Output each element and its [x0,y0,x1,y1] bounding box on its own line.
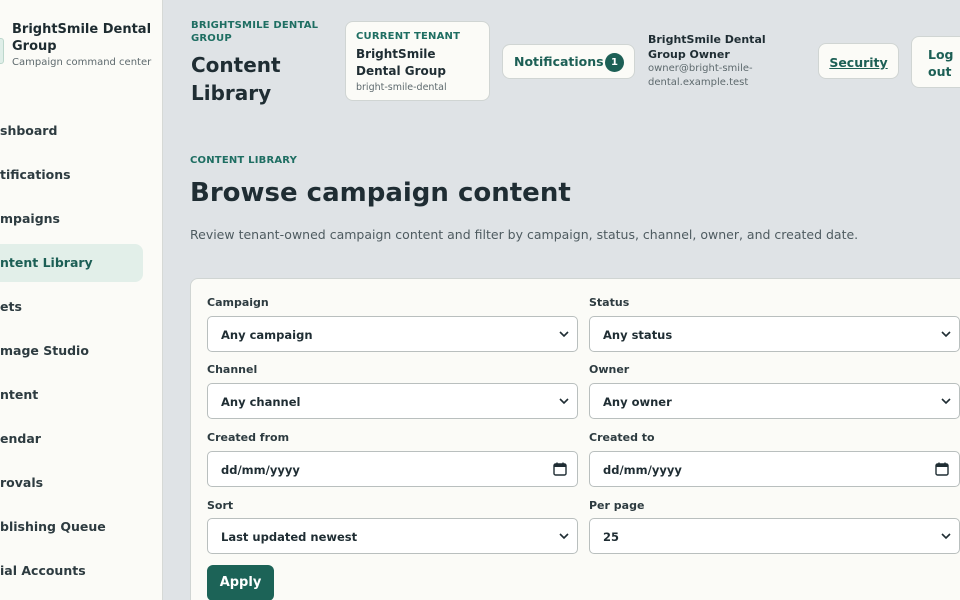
created-to-date-input[interactable]: dd/mm/yyyy [589,451,960,487]
security-label: Security [829,55,888,70]
sidebar-item-label: ets [0,299,22,314]
tenant-name: BrightSmile Dental Group [356,47,446,78]
sidebar-item-calendar[interactable]: endar [0,420,143,458]
notifications-button[interactable]: Notifications 1 [502,44,635,79]
owner-label: Owner [589,363,630,376]
campaign-select[interactable]: Any campaign [207,316,578,352]
org-eyebrow: BRIGHTSMILE DENTAL GROUP [191,20,319,44]
sidebar-item-assets[interactable]: ets [0,288,143,326]
user-email: owner@bright-smile-dental.example.test [648,63,753,88]
sidebar-item-label: tifications [0,167,71,182]
sidebar-item-publishing-queue[interactable]: blishing Queue [0,508,143,546]
channel-label: Channel [207,363,258,376]
status-label: Status [589,296,630,309]
status-select-value: Any status [603,328,673,342]
sidebar-item-label: ial Accounts [0,563,86,578]
status-select[interactable]: Any status [589,316,960,352]
calendar-icon[interactable] [935,462,949,476]
chevron-down-icon [941,331,951,338]
chevron-down-icon [559,398,569,405]
apply-button[interactable]: Apply [207,565,274,600]
sidebar-item-label: shboard [0,123,58,138]
section-description: Review tenant-owned campaign content and… [190,227,859,242]
sidebar-item-ai-image-studio[interactable]: mage Studio [0,332,143,370]
tenant-slug: bright-smile-dental [356,82,447,93]
sort-select[interactable]: Last updated newest [207,518,578,554]
logout-button[interactable]: Log out [911,36,960,88]
section-eyebrow: CONTENT LIBRARY [190,155,298,166]
sidebar-item-campaigns[interactable]: mpaigns [0,200,143,238]
per-page-label: Per page [589,499,645,512]
channel-select-value: Any channel [221,395,301,409]
sidebar-item-dashboard[interactable]: shboard [0,112,143,150]
section-title: Browse campaign content [190,178,571,208]
sidebar: BrightSmile Dental Group Campaign comman… [0,0,163,600]
created-from-label: Created from [207,431,290,444]
apply-label: Apply [219,575,262,590]
sidebar-item-approvals[interactable]: rovals [0,464,143,502]
created-from-date-input[interactable]: dd/mm/yyyy [207,451,578,487]
campaign-label: Campaign [207,296,269,309]
per-page-select-value: 25 [603,530,620,544]
per-page-select[interactable]: 25 [589,518,960,554]
sort-label: Sort [207,499,234,512]
brand-logo [0,38,4,64]
sidebar-item-label: blishing Queue [0,519,106,534]
created-to-label: Created to [589,431,655,444]
sidebar-item-notifications[interactable]: tifications [0,156,143,194]
channel-select[interactable]: Any channel [207,383,578,419]
top-header: BRIGHTSMILE DENTAL GROUP Content Library… [163,0,960,122]
sidebar-item-label: rovals [0,475,44,490]
brand-tagline: Campaign command center [12,57,152,68]
sidebar-item-social-accounts[interactable]: ial Accounts [0,552,143,590]
notifications-label: Notifications [514,54,604,69]
user-name: BrightSmile Dental Group Owner [648,33,766,61]
calendar-icon[interactable] [553,462,567,476]
owner-select[interactable]: Any owner [589,383,960,419]
sidebar-item-label: mpaigns [0,211,60,226]
sidebar-item-label: endar [0,431,41,446]
sort-select-value: Last updated newest [221,530,358,544]
created-from-placeholder: dd/mm/yyyy [221,463,300,477]
brand-name: BrightSmile Dental Group [12,22,152,54]
owner-select-value: Any owner [603,395,672,409]
logout-label: Log out [928,47,954,79]
campaign-select-value: Any campaign [221,328,313,342]
created-to-placeholder: dd/mm/yyyy [603,463,682,477]
page-title: Content Library [191,53,281,105]
chevron-down-icon [559,331,569,338]
sidebar-item-label: ntent [0,387,39,402]
security-button[interactable]: Security [818,43,899,79]
sidebar-item-label: mage Studio [0,343,89,358]
sidebar-item-content[interactable]: ntent [0,376,143,414]
sidebar-item-label: ntent Library [0,255,93,270]
chevron-down-icon [941,398,951,405]
tenant-eyebrow: CURRENT TENANT [356,31,461,42]
sidebar-item-content-library[interactable]: ntent Library [0,244,143,282]
chevron-down-icon [941,533,951,540]
filter-panel: Campaign Any campaign Status Any status … [190,278,960,600]
notification-count-badge: 1 [605,53,624,72]
current-tenant-card: CURRENT TENANT BrightSmile Dental Group … [345,21,490,101]
chevron-down-icon [559,533,569,540]
